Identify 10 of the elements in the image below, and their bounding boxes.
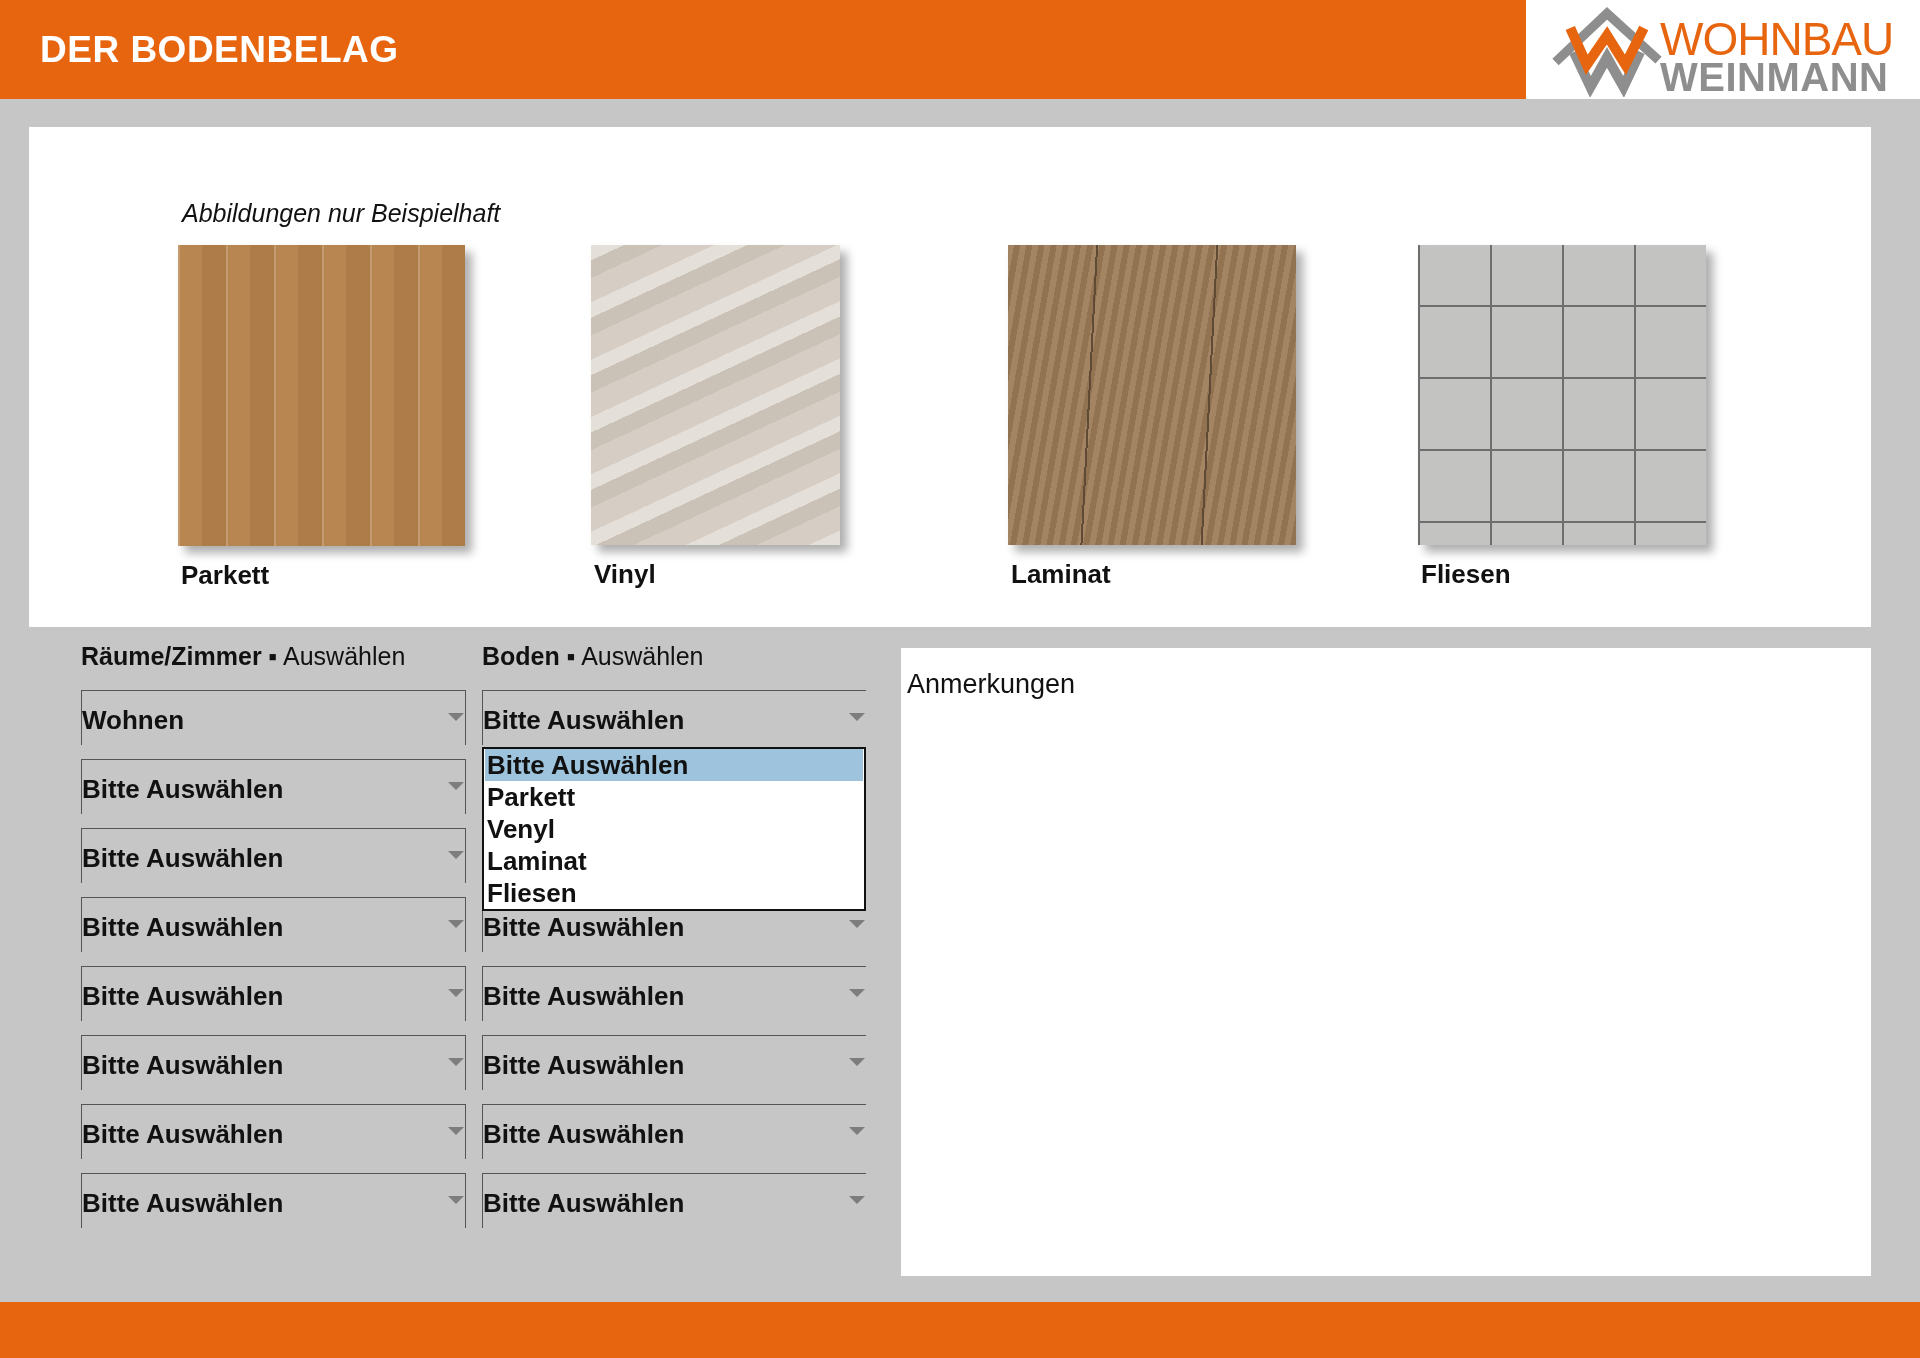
- logo-text: WEINMANN: [1660, 61, 1889, 93]
- floor-type-label: Fliesen: [1421, 559, 1511, 589]
- column-heading: Räume/Zimmer ▪ Auswählen: [81, 641, 406, 672]
- floor-type-label: Parkett: [181, 560, 270, 590]
- floor-type-label: Laminat: [1011, 559, 1111, 589]
- logo-text: WOHNBAU: [1660, 17, 1894, 61]
- page-title: DER BODENBELAG: [40, 27, 399, 72]
- floor-type-label: Vinyl: [594, 559, 656, 589]
- column-heading: Boden ▪ Auswählen: [482, 641, 704, 672]
- disclaimer-text: Abbildungen nur Beispielhaft: [182, 198, 501, 228]
